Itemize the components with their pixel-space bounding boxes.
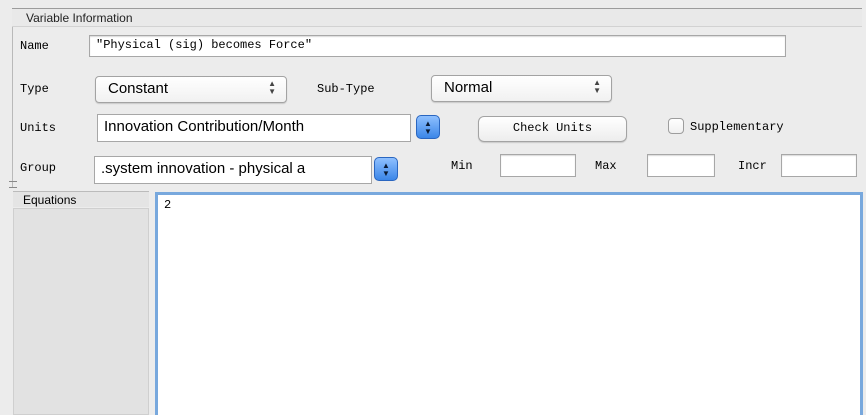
equations-label: Equations [23,193,77,207]
min-field[interactable] [500,154,576,177]
group-field[interactable]: .system innovation - physical a [94,156,372,184]
equation-editor[interactable]: 2 [155,192,863,415]
panel-header-divider [12,26,862,27]
name-label: Name [20,39,49,53]
name-field[interactable]: "Physical (sig) becomes Force" [89,35,786,57]
equations-header: Equations [13,191,149,207]
panel-title: Variable Information [26,11,133,25]
incr-field[interactable] [781,154,857,177]
max-label: Max [595,159,617,173]
units-label: Units [20,121,57,135]
type-select[interactable]: Constant ▲ ▼ [95,76,287,103]
subtype-select-value: Normal [444,79,493,96]
type-label: Type [20,82,49,96]
min-label: Min [451,159,473,173]
equation-text: 2 [164,198,172,212]
supplementary-label: Supplementary [690,120,784,134]
equations-sidebar [13,208,149,415]
up-down-chevron-icon: ▲ ▼ [593,78,601,95]
incr-label: Incr [738,159,767,173]
max-field[interactable] [647,154,715,177]
splitter-grip-icon[interactable] [9,181,17,188]
supplementary-checkbox[interactable] [668,118,684,134]
units-field[interactable]: Innovation Contribution/Month [97,114,411,142]
units-dropdown-button[interactable]: ▲ ▼ [416,115,440,139]
group-label: Group [20,161,57,175]
panel-left-border [12,8,13,188]
subtype-label: Sub-Type [317,82,375,96]
group-dropdown-button[interactable]: ▲ ▼ [374,157,398,181]
check-units-button[interactable]: Check Units [478,116,627,142]
subtype-select[interactable]: Normal ▲ ▼ [431,75,612,102]
type-select-value: Constant [108,80,169,97]
up-down-chevron-icon: ▲ ▼ [268,79,276,96]
panel-header: Variable Information [12,8,862,27]
